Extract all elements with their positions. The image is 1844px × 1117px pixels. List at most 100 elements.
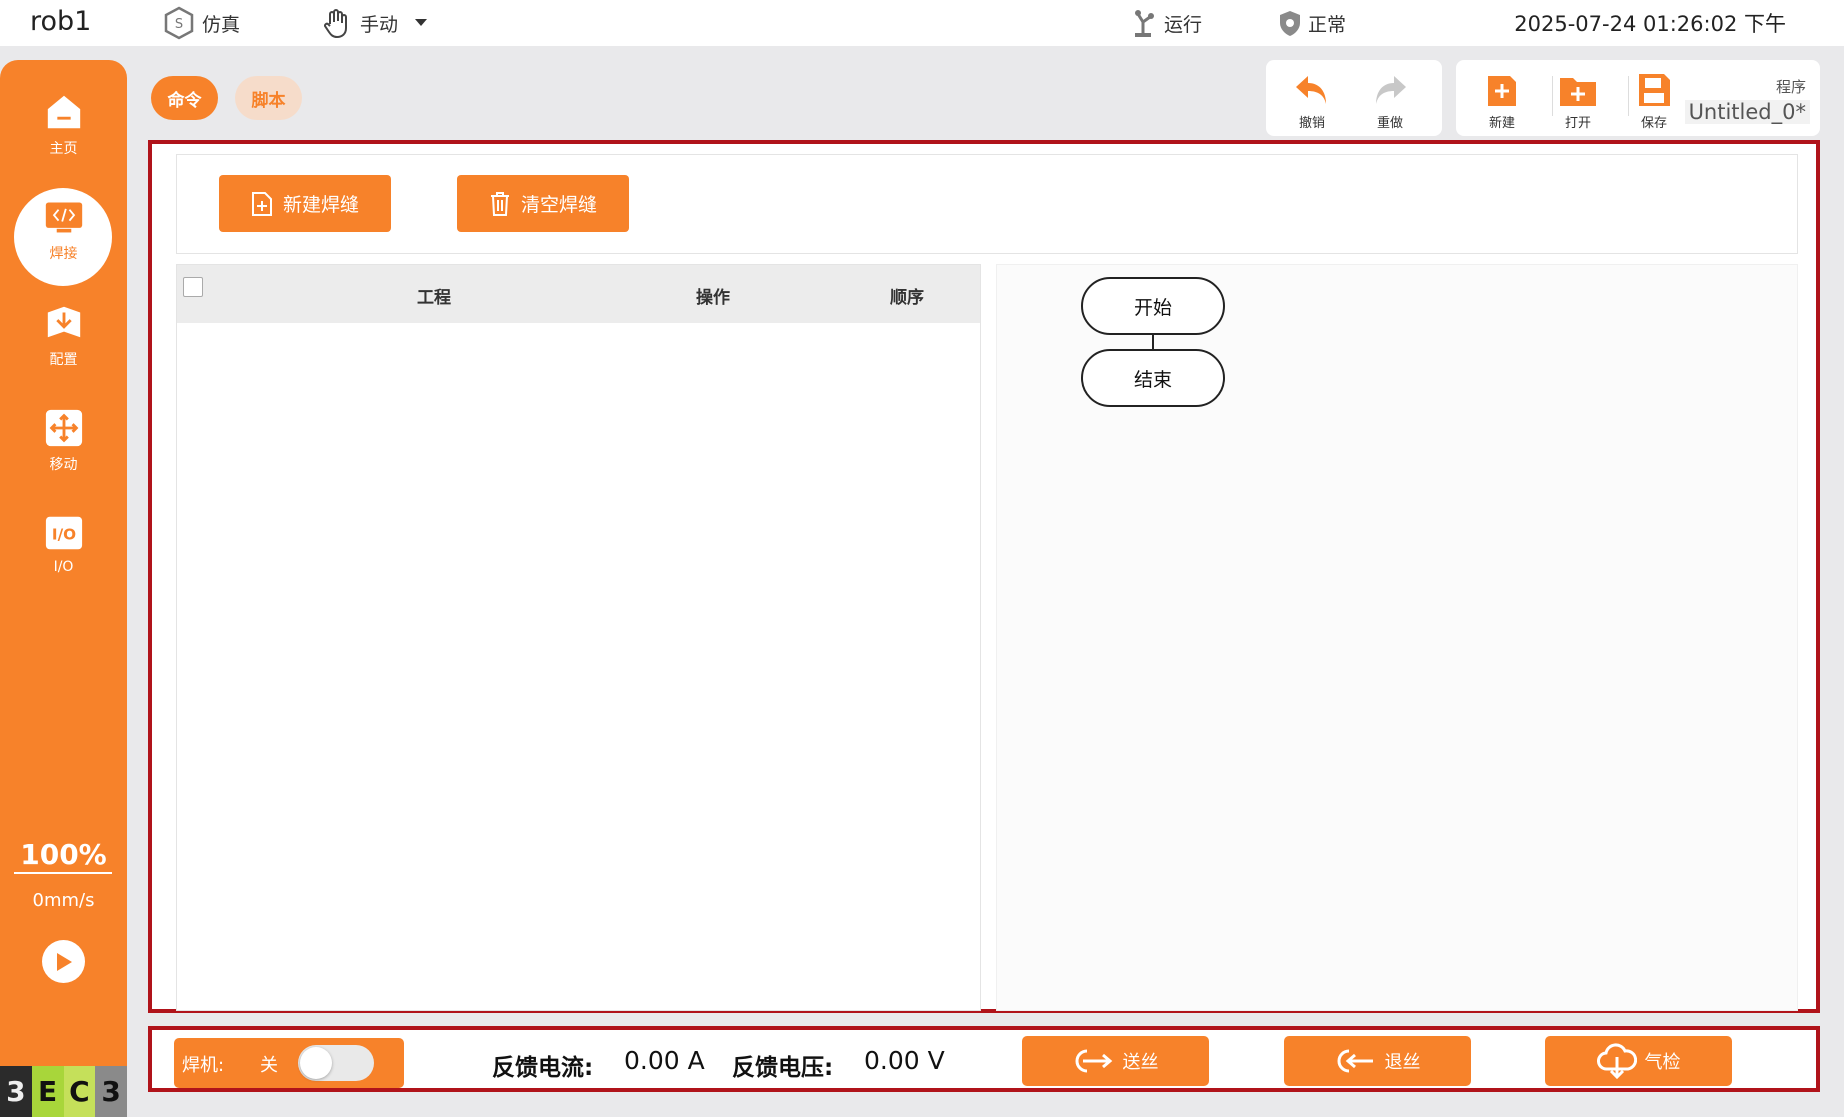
logo-char: C <box>63 1066 96 1117</box>
action-bar: 新建焊缝 清空焊缝 <box>176 154 1798 254</box>
new-file-icon <box>1482 70 1522 110</box>
safety-status: 正常 <box>1278 6 1346 40</box>
welder-switch-panel: 焊机: 关 <box>174 1038 404 1088</box>
speed-divider <box>14 872 112 874</box>
svg-text:S: S <box>175 17 183 32</box>
trash-icon <box>490 191 509 216</box>
gas-check-label: 气检 <box>1644 1052 1681 1073</box>
table-header: 工程 操作 顺序 <box>177 265 980 323</box>
program-name: Untitled_0* <box>1684 100 1810 124</box>
flowchart-canvas: 开始 结束 <box>996 264 1798 1011</box>
sidebar-item-label: 焊接 <box>49 246 78 262</box>
logo-char: 3 <box>0 1066 32 1117</box>
robot-arm-icon <box>1132 8 1158 38</box>
new-label: 新建 <box>1488 116 1515 131</box>
welder-state: 关 <box>260 1055 278 1076</box>
chevron-down-icon <box>414 18 428 28</box>
move-icon <box>44 408 84 448</box>
welder-control-bar: 焊机: 关 反馈电流: 0.00 A 反馈电压: 0.00 V 送丝 退丝 气检 <box>148 1026 1820 1092</box>
column-header-operation: 操作 <box>696 288 730 308</box>
mode-dropdown[interactable]: 手动 <box>320 6 428 40</box>
shield-icon <box>1278 9 1302 37</box>
sidebar-item-welding[interactable]: 焊接 <box>0 197 127 263</box>
sidebar-item-label: I/O <box>53 559 74 575</box>
save-icon <box>1634 70 1674 110</box>
undo-button[interactable]: 撤销 <box>1282 70 1342 131</box>
gas-check-button[interactable]: 气检 <box>1545 1036 1732 1086</box>
datetime: 2025-07-24 01:26:02 下午 <box>1514 12 1786 36</box>
sidebar-item-label: 移动 <box>49 457 78 473</box>
feed-wire-button[interactable]: 送丝 <box>1022 1036 1209 1086</box>
undo-icon <box>1292 70 1332 110</box>
redo-icon <box>1370 70 1410 110</box>
flow-start-node[interactable]: 开始 <box>1081 277 1225 335</box>
play-button[interactable] <box>42 940 85 983</box>
clear-seam-label: 清空焊缝 <box>520 194 597 216</box>
welding-panel: 新建焊缝 清空焊缝 工程 操作 顺序 开始 结束 <box>148 140 1820 1013</box>
toggle-knob <box>300 1047 332 1079</box>
retract-wire-icon <box>1337 1049 1373 1073</box>
status-label: 正常 <box>1308 13 1347 36</box>
file-toolbar: 新建 打开 保存 程序 Untitled_0* <box>1456 60 1820 136</box>
simulation-icon: S <box>162 6 196 40</box>
mode-label: 手动 <box>360 13 399 36</box>
sidebar-item-io[interactable]: I/O I/O <box>0 513 127 575</box>
new-seam-button[interactable]: 新建焊缝 <box>219 175 391 232</box>
simulation-toggle[interactable]: S 仿真 <box>162 6 240 40</box>
io-icon: I/O <box>44 513 84 553</box>
logo-char: 3 <box>95 1066 127 1117</box>
history-toolbar: 撤销 重做 <box>1266 60 1442 136</box>
column-header-project: 工程 <box>417 288 451 308</box>
program-label: 程序 <box>1775 78 1806 96</box>
open-label: 打开 <box>1564 116 1591 131</box>
flow-connector <box>1152 335 1154 349</box>
play-icon <box>56 952 72 971</box>
sidebar-item-config[interactable]: 配置 <box>0 303 127 369</box>
top-bar: rob1 S 仿真 手动 运行 正常 2025-07-24 01:26:02 下… <box>0 0 1844 46</box>
speed-percent[interactable]: 100% <box>0 838 127 871</box>
sidebar-item-home[interactable]: 主页 <box>0 92 127 158</box>
new-seam-label: 新建焊缝 <box>282 194 359 216</box>
speed-value: 0mm/s <box>32 890 95 911</box>
seam-table: 工程 操作 顺序 <box>176 264 981 1011</box>
logo-char: E <box>31 1066 64 1117</box>
redo-label: 重做 <box>1376 116 1403 131</box>
code-icon <box>44 197 84 237</box>
clear-seam-button[interactable]: 清空焊缝 <box>457 175 629 232</box>
welder-toggle[interactable] <box>298 1045 374 1081</box>
run-status: 运行 <box>1132 6 1202 40</box>
simulation-label: 仿真 <box>202 13 241 36</box>
undo-label: 撤销 <box>1298 116 1325 131</box>
feed-wire-icon <box>1075 1049 1112 1073</box>
sidebar-item-move[interactable]: 移动 <box>0 408 127 474</box>
folder-open-icon <box>1557 70 1599 110</box>
welder-label: 焊机: <box>182 1055 225 1076</box>
brand-logo: 3 E C 3 <box>0 1066 127 1117</box>
gas-cloud-icon <box>1596 1043 1637 1079</box>
robot-name: rob1 <box>30 6 92 37</box>
flow-end-node[interactable]: 结束 <box>1081 349 1225 407</box>
retract-wire-label: 退丝 <box>1384 1052 1421 1073</box>
home-icon <box>44 92 84 132</box>
feedback-voltage-value: 0.00 V <box>864 1046 945 1075</box>
retract-wire-button[interactable]: 退丝 <box>1284 1036 1471 1086</box>
redo-button[interactable]: 重做 <box>1360 70 1420 131</box>
save-label: 保存 <box>1640 116 1667 131</box>
new-file-icon <box>251 191 272 216</box>
sidebar: 主页 焊接 配置 移动 I/O I/O 100% 0mm/s <box>0 60 127 1117</box>
run-label: 运行 <box>1164 13 1203 36</box>
column-header-order: 顺序 <box>890 288 924 308</box>
select-all-checkbox[interactable] <box>183 277 203 297</box>
feedback-voltage-label: 反馈电压: <box>732 1055 834 1081</box>
tab-command[interactable]: 命令 <box>151 76 218 120</box>
tab-script[interactable]: 脚本 <box>235 76 302 120</box>
save-program-button[interactable]: 保存 <box>1624 70 1684 131</box>
download-icon <box>44 303 84 343</box>
new-program-button[interactable]: 新建 <box>1472 70 1532 131</box>
sidebar-item-label: 配置 <box>49 352 78 368</box>
svg-text:I/O: I/O <box>51 526 75 544</box>
feedback-current-label: 反馈电流: <box>492 1055 594 1081</box>
open-program-button[interactable]: 打开 <box>1548 70 1608 131</box>
hand-icon <box>320 6 354 40</box>
feed-wire-label: 送丝 <box>1122 1052 1159 1073</box>
